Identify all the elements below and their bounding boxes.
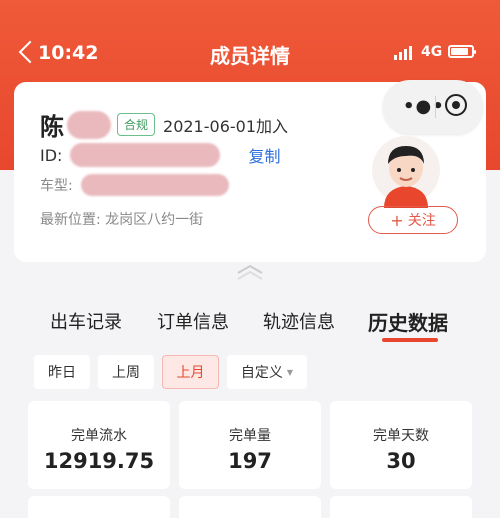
stat-label: 完单天数 xyxy=(373,428,429,444)
id-redaction xyxy=(70,143,221,167)
follow-label: 关注 xyxy=(407,213,436,229)
latest-location: 最新位置: 龙岗区八约一街 xyxy=(40,212,204,228)
car-type-row: 车型: xyxy=(40,174,229,196)
tab-track-info[interactable]: 轨迹信息 xyxy=(263,308,335,334)
collapse-chevron-icon[interactable] xyxy=(232,263,268,281)
id-row: ID: 复制 xyxy=(40,143,280,167)
filter-custom-label: 自定义 xyxy=(240,365,283,381)
id-label: ID: xyxy=(40,145,63,165)
stat-label: 完单量 xyxy=(229,428,271,444)
stat-card-partial xyxy=(28,496,170,518)
copy-button[interactable]: 复制 xyxy=(248,143,280,167)
tab-history-data[interactable]: 历史数据 xyxy=(368,307,448,336)
stat-card-orders: 完单量 197 xyxy=(179,401,321,489)
stat-card-revenue: 完单流水 12919.75 xyxy=(28,401,170,489)
tab-order-info[interactable]: 订单信息 xyxy=(157,308,229,334)
signal-icon xyxy=(394,46,412,60)
car-type-label: 车型: xyxy=(40,178,73,194)
filter-last-month[interactable]: 上月 xyxy=(162,355,219,389)
compliance-badge: 合规 xyxy=(117,113,156,136)
car-type-redaction xyxy=(80,174,229,196)
name-row: 陈 合规 2021-06-01加入 xyxy=(40,107,288,142)
stat-card-partial xyxy=(330,496,472,518)
filter-custom[interactable]: 自定义 ▼ xyxy=(227,355,307,389)
stat-label: 完单流水 xyxy=(71,428,127,444)
stat-card-partial xyxy=(179,496,321,518)
plus-icon: + xyxy=(390,210,404,230)
more-dots-icon[interactable]: •●• xyxy=(403,96,445,117)
name-redaction xyxy=(67,110,111,139)
stat-card-days: 完单天数 30 xyxy=(330,401,472,489)
driver-avatar-icon xyxy=(372,136,440,208)
follow-button[interactable]: + 关注 xyxy=(368,206,458,234)
network-label: 4G xyxy=(421,44,443,60)
stat-value: 12919.75 xyxy=(43,449,155,473)
stat-value: 30 xyxy=(386,449,416,473)
active-tab-indicator xyxy=(382,338,438,342)
member-surname: 陈 xyxy=(40,113,64,141)
dropdown-caret-icon: ▼ xyxy=(286,367,294,377)
join-date: 2021-06-01加入 xyxy=(163,116,289,136)
tab-bar: 出车记录 订单信息 轨迹信息 历史数据 xyxy=(0,296,500,346)
target-circle-icon[interactable] xyxy=(445,94,467,116)
filter-last-week[interactable]: 上周 xyxy=(98,355,154,389)
battery-icon xyxy=(448,45,476,58)
capsule-divider xyxy=(435,96,436,118)
miniapp-capsule: •●• xyxy=(383,80,483,134)
filter-yesterday[interactable]: 昨日 xyxy=(34,355,90,389)
stat-value: 197 xyxy=(228,449,272,473)
tab-trip-records[interactable]: 出车记录 xyxy=(50,308,122,334)
